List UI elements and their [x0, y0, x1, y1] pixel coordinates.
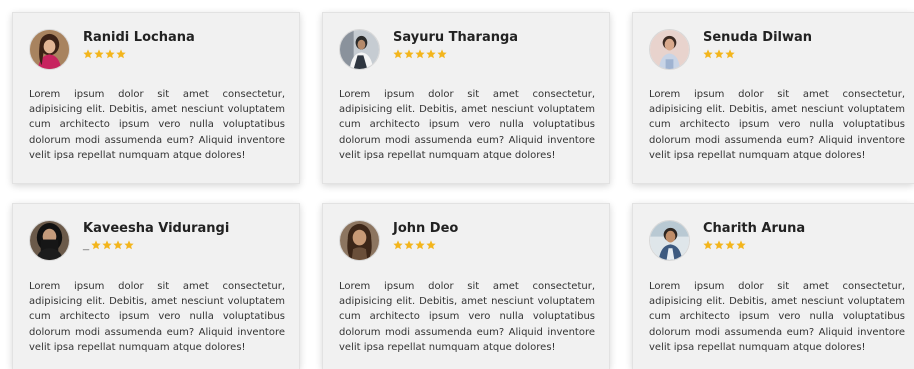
avatar-photo — [650, 30, 689, 69]
testimonials-grid: Ranidi Lochana Lorem ipsum dolor sit ame… — [0, 0, 914, 369]
star-icon — [91, 240, 101, 250]
star-icon — [426, 49, 436, 59]
reviewer-name: Sayuru Tharanga — [393, 30, 519, 45]
review-card: Ranidi Lochana Lorem ipsum dolor sit ame… — [12, 12, 300, 184]
star-icon — [113, 240, 123, 250]
avatar — [649, 220, 690, 261]
reviewer-name: Senuda Dilwan — [703, 30, 813, 45]
star-icon — [437, 49, 447, 59]
review-card: Charith Aruna Lorem ipsum dolor sit amet… — [632, 203, 914, 369]
star-icon — [426, 240, 436, 250]
star-icon — [116, 49, 126, 59]
review-card: Sayuru Tharanga Lorem ipsum dolor sit am… — [322, 12, 610, 184]
star-icon — [714, 240, 724, 250]
review-text: Lorem ipsum dolor sit amet consectetur, … — [29, 89, 285, 161]
avatar — [29, 29, 70, 70]
review-card: Senuda Dilwan Lorem ipsum dolor sit amet… — [632, 12, 914, 184]
star-rating — [703, 47, 735, 61]
star-icon — [124, 240, 134, 250]
avatar — [649, 29, 690, 70]
star-icon — [703, 240, 713, 250]
star-icon — [94, 49, 104, 59]
star-icon — [725, 240, 735, 250]
star-rating — [393, 238, 436, 252]
avatar-photo — [30, 30, 69, 69]
star-icon — [415, 49, 425, 59]
star-icon — [714, 49, 724, 59]
avatar-photo — [340, 221, 379, 260]
star-icon — [415, 240, 425, 250]
rating-prefix: _ — [83, 239, 90, 251]
reviewer-name: Kaveesha Vidurangi — [83, 221, 230, 236]
review-card: John Deo Lorem ipsum dolor sit amet cons… — [322, 203, 610, 369]
review-text: Lorem ipsum dolor sit amet consectetur, … — [29, 281, 285, 353]
star-rating — [703, 238, 746, 252]
star-icon — [105, 49, 115, 59]
reviewer-name: Charith Aruna — [703, 221, 806, 236]
review-text: Lorem ipsum dolor sit amet consectetur, … — [339, 281, 595, 353]
star-icon — [703, 49, 713, 59]
star-rating: _ — [83, 238, 134, 252]
avatar-photo — [650, 221, 689, 260]
avatar-photo — [30, 221, 69, 260]
review-text: Lorem ipsum dolor sit amet consectetur, … — [649, 89, 905, 161]
star-rating — [393, 47, 447, 61]
review-text: Lorem ipsum dolor sit amet consectetur, … — [339, 89, 595, 161]
star-icon — [404, 240, 414, 250]
reviewer-name: John Deo — [393, 221, 459, 236]
star-rating — [83, 47, 126, 61]
star-icon — [393, 49, 403, 59]
star-icon — [725, 49, 735, 59]
star-icon — [404, 49, 414, 59]
avatar — [339, 220, 380, 261]
star-icon — [393, 240, 403, 250]
star-icon — [102, 240, 112, 250]
review-text: Lorem ipsum dolor sit amet consectetur, … — [649, 281, 905, 353]
star-icon — [83, 49, 93, 59]
avatar — [339, 29, 380, 70]
star-icon — [736, 240, 746, 250]
reviewer-name: Ranidi Lochana — [83, 30, 195, 45]
review-card: Kaveesha Vidurangi _ Lorem ipsum dolor s… — [12, 203, 300, 369]
avatar-photo — [340, 30, 379, 69]
avatar — [29, 220, 70, 261]
